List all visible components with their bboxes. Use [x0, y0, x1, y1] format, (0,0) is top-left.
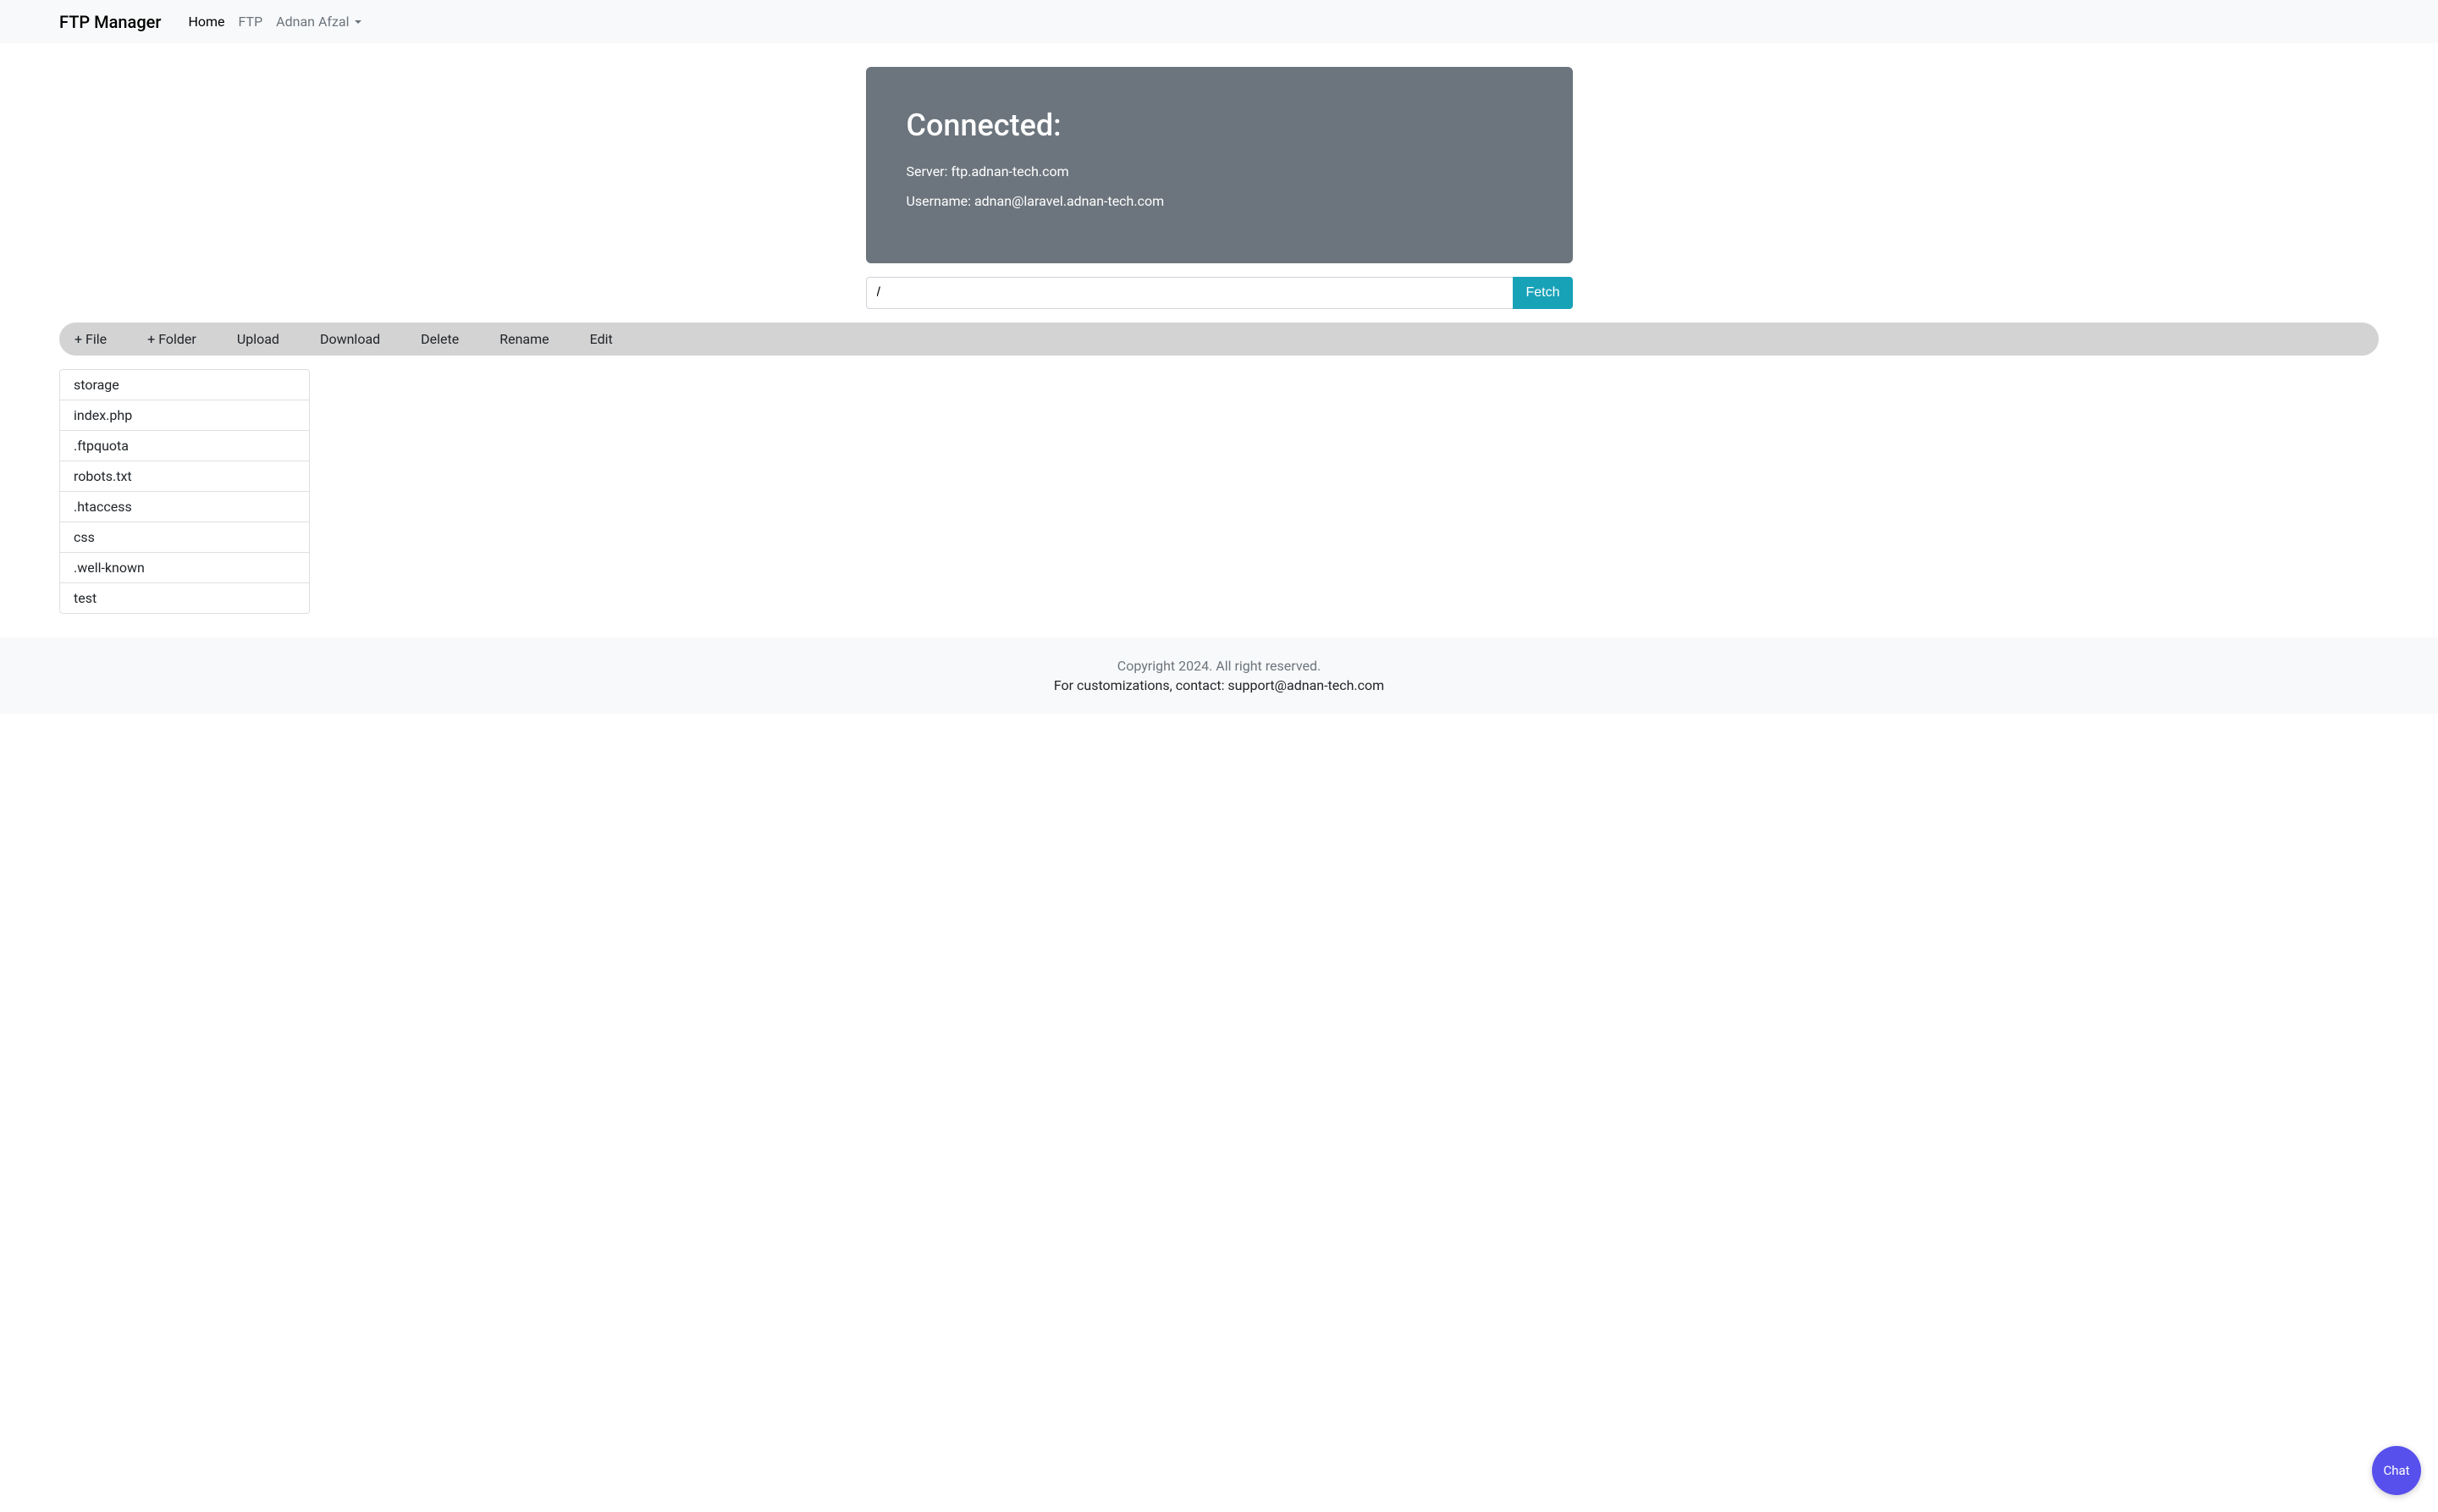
list-item[interactable]: index.php	[60, 400, 309, 431]
footer: Copyright 2024. All right reserved. For …	[0, 637, 2438, 714]
chat-button[interactable]: Chat	[2372, 1446, 2421, 1495]
nav-link-ftp[interactable]: FTP	[232, 7, 270, 36]
download-button[interactable]: Download	[320, 331, 380, 347]
list-item[interactable]: css	[60, 522, 309, 553]
list-item[interactable]: storage	[60, 370, 309, 400]
list-item[interactable]: .htaccess	[60, 492, 309, 522]
delete-button[interactable]: Delete	[421, 331, 459, 347]
path-input[interactable]	[866, 277, 1514, 309]
nav-user-name: Adnan Afzal	[276, 14, 349, 30]
connection-status-panel: Connected: Server: ftp.adnan-tech.com Us…	[866, 67, 1573, 263]
rename-button[interactable]: Rename	[499, 331, 549, 347]
new-file-button[interactable]: + File	[74, 331, 107, 347]
edit-button[interactable]: Edit	[590, 331, 613, 347]
file-list: storage index.php .ftpquota robots.txt .…	[59, 369, 310, 614]
toolbar: + File + Folder Upload Download Delete R…	[59, 323, 2379, 356]
upload-button[interactable]: Upload	[237, 331, 279, 347]
footer-copyright: Copyright 2024. All right reserved.	[0, 658, 2438, 674]
list-item[interactable]: test	[60, 583, 309, 613]
list-item[interactable]: robots.txt	[60, 461, 309, 492]
chevron-down-icon	[355, 20, 361, 24]
username-info: Username: adnan@laravel.adnan-tech.com	[907, 193, 1532, 209]
fetch-button[interactable]: Fetch	[1513, 277, 1572, 309]
server-info: Server: ftp.adnan-tech.com	[907, 163, 1532, 179]
connection-title: Connected:	[907, 108, 1532, 143]
nav-link-home[interactable]: Home	[181, 7, 231, 36]
new-folder-button[interactable]: + Folder	[147, 331, 196, 347]
footer-contact: For customizations, contact: support@adn…	[0, 677, 2438, 693]
nav-user-dropdown[interactable]: Adnan Afzal	[269, 7, 367, 36]
path-row: Fetch	[866, 277, 1573, 309]
navbar-brand[interactable]: FTP Manager	[59, 12, 161, 32]
list-item[interactable]: .ftpquota	[60, 431, 309, 461]
navbar: FTP Manager Home FTP Adnan Afzal	[0, 0, 2438, 43]
list-item[interactable]: .well-known	[60, 553, 309, 583]
